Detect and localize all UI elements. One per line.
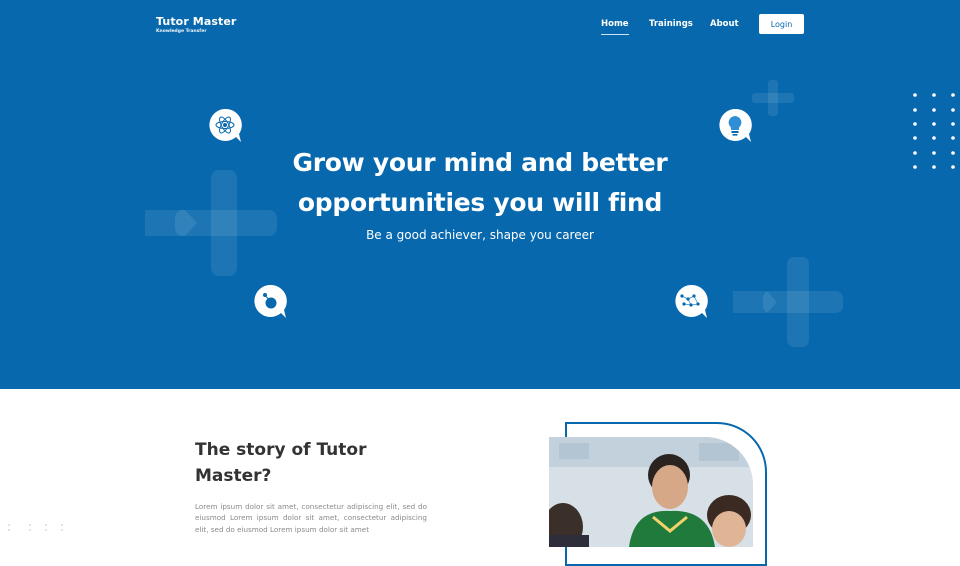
- brand-title: Tutor Master: [156, 15, 237, 28]
- nav-home[interactable]: Home: [601, 19, 629, 35]
- nav-about[interactable]: About: [710, 19, 739, 29]
- hero-title-line-1: Grow your mind and better: [292, 148, 668, 177]
- hero-subtitle: Be a good achiever, shape you career: [366, 228, 594, 242]
- molecule-icon: [254, 284, 287, 318]
- network-icon: [675, 284, 708, 318]
- lightbulb-icon: [719, 108, 752, 142]
- brand-logo[interactable]: Tutor Master Knowledge Transfer: [156, 15, 236, 35]
- plus-arrow-decoration-right: [733, 257, 843, 347]
- hero-title: Grow your mind and better opportunities …: [230, 143, 730, 223]
- dot-grid-decoration: [913, 93, 955, 169]
- story-body: Lorem ipsum dolor sit amet, consectetur …: [195, 502, 427, 534]
- hero-section: Tutor Master Knowledge Transfer Home Tra…: [0, 0, 960, 389]
- story-photo: [549, 437, 753, 547]
- nav-trainings[interactable]: Trainings: [649, 19, 693, 29]
- atom-icon: [209, 108, 242, 142]
- brand-subtitle: Knowledge Transfer: [156, 29, 207, 34]
- hero-title-line-2: opportunities you will find: [297, 188, 663, 217]
- small-plus-decoration: [752, 80, 794, 116]
- login-button[interactable]: Login: [759, 14, 804, 34]
- story-title: The story of Tutor Master?: [195, 440, 367, 486]
- students-photo-illustration: [549, 437, 753, 547]
- corner-dot-decoration: [8, 524, 63, 531]
